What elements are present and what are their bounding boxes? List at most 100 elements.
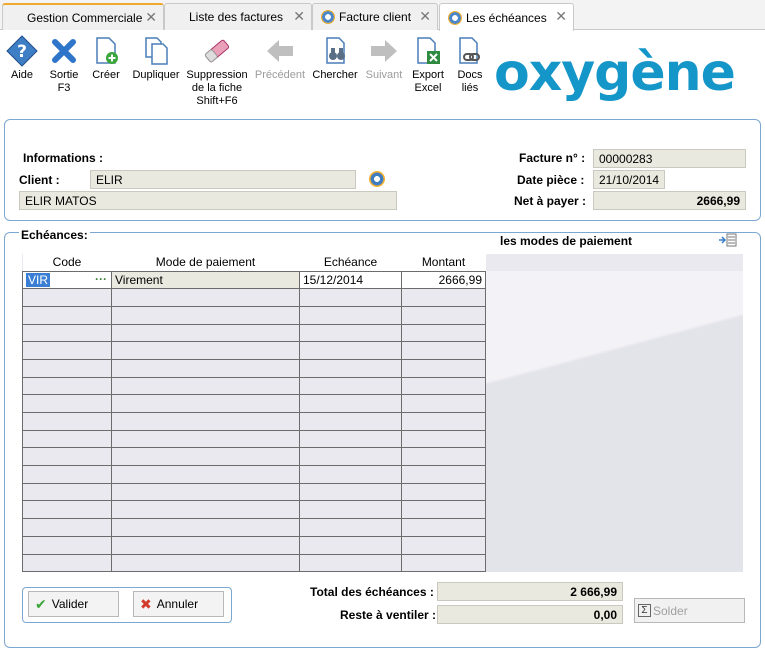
empty-cell[interactable]: [111, 359, 300, 378]
empty-cell[interactable]: [299, 500, 402, 520]
column-header-mode[interactable]: Mode de paiement: [111, 254, 300, 272]
empty-cell[interactable]: [22, 359, 112, 378]
montant-cell[interactable]: 2666,99: [401, 271, 486, 290]
empty-cell[interactable]: [111, 536, 300, 555]
empty-cell[interactable]: [111, 412, 300, 431]
sortie-button[interactable]: Sortie F3: [46, 35, 82, 95]
empty-cell[interactable]: [22, 306, 112, 325]
empty-cell[interactable]: [299, 447, 402, 467]
empty-cell[interactable]: [401, 430, 486, 449]
code-cell[interactable]: VIR ···: [22, 271, 112, 290]
empty-cell[interactable]: [401, 394, 486, 413]
tab-facture-client[interactable]: Facture client ✕: [312, 3, 438, 30]
table-row[interactable]: [22, 536, 486, 555]
empty-cell[interactable]: [401, 341, 486, 360]
empty-cell[interactable]: [111, 377, 300, 396]
empty-cell[interactable]: [299, 430, 402, 449]
empty-cell[interactable]: [299, 324, 402, 343]
empty-cell[interactable]: [111, 483, 300, 502]
empty-cell[interactable]: [111, 554, 300, 573]
empty-cell[interactable]: [401, 554, 486, 573]
empty-cell[interactable]: [22, 447, 112, 467]
empty-cell[interactable]: [22, 518, 112, 537]
docs-lies-button[interactable]: Docs liés: [452, 35, 488, 95]
empty-cell[interactable]: [22, 377, 112, 396]
empty-cell[interactable]: [22, 324, 112, 343]
ellipsis-icon[interactable]: ···: [95, 272, 107, 286]
empty-cell[interactable]: [111, 430, 300, 449]
empty-cell[interactable]: [299, 554, 402, 573]
empty-cell[interactable]: [401, 447, 486, 467]
suppression-button[interactable]: Suppression de la fiche Shift+F6: [186, 35, 248, 108]
empty-cell[interactable]: [401, 306, 486, 325]
empty-cell[interactable]: [111, 288, 300, 307]
empty-cell[interactable]: [22, 288, 112, 307]
empty-cell[interactable]: [22, 430, 112, 449]
date-field[interactable]: 21/10/2014: [593, 170, 665, 189]
empty-cell[interactable]: [299, 288, 402, 307]
empty-cell[interactable]: [22, 341, 112, 360]
client-search-icon[interactable]: [369, 171, 385, 187]
empty-cell[interactable]: [111, 518, 300, 537]
precedent-button[interactable]: Précédent: [254, 35, 306, 82]
column-header-montant[interactable]: Montant: [401, 254, 486, 272]
empty-cell[interactable]: [299, 377, 402, 396]
tab-les-echeances[interactable]: Les échéances ✕: [439, 3, 574, 31]
empty-cell[interactable]: [299, 465, 402, 484]
chercher-button[interactable]: Chercher: [312, 35, 358, 82]
empty-cell[interactable]: [299, 536, 402, 555]
suivant-button[interactable]: Suivant: [362, 35, 406, 82]
table-row[interactable]: [22, 518, 486, 537]
empty-cell[interactable]: [401, 359, 486, 378]
table-row[interactable]: [22, 359, 486, 378]
mode-cell[interactable]: Virement: [111, 271, 300, 290]
tab-liste-factures[interactable]: Liste des factures ✕: [164, 3, 312, 30]
client-name-field[interactable]: ELIR MATOS: [19, 191, 397, 210]
client-code-field[interactable]: ELIR: [90, 170, 356, 189]
empty-cell[interactable]: [22, 500, 112, 520]
empty-cell[interactable]: [299, 359, 402, 378]
close-icon[interactable]: ✕: [555, 9, 567, 25]
empty-cell[interactable]: [299, 518, 402, 537]
empty-cell[interactable]: [111, 341, 300, 360]
table-row[interactable]: [22, 465, 486, 484]
empty-cell[interactable]: [401, 500, 486, 520]
empty-cell[interactable]: [299, 412, 402, 431]
table-row[interactable]: [22, 306, 486, 325]
empty-cell[interactable]: [111, 306, 300, 325]
valider-button[interactable]: ✔ Valider: [28, 591, 119, 617]
empty-cell[interactable]: [401, 518, 486, 537]
table-row[interactable]: [22, 288, 486, 307]
echeance-cell[interactable]: 15/12/2014: [299, 271, 402, 290]
table-row[interactable]: [22, 430, 486, 449]
empty-cell[interactable]: [111, 465, 300, 484]
empty-cell[interactable]: [22, 412, 112, 431]
empty-cell[interactable]: [401, 483, 486, 502]
empty-cell[interactable]: [22, 536, 112, 555]
empty-cell[interactable]: [111, 447, 300, 467]
empty-cell[interactable]: [401, 536, 486, 555]
empty-cell[interactable]: [111, 324, 300, 343]
table-row[interactable]: [22, 554, 486, 573]
empty-cell[interactable]: [111, 394, 300, 413]
export-excel-button[interactable]: Export Excel: [410, 35, 446, 95]
close-icon[interactable]: ✕: [293, 9, 305, 25]
table-row[interactable]: [22, 447, 486, 467]
dupliquer-button[interactable]: Dupliquer: [130, 35, 182, 82]
empty-cell[interactable]: [22, 394, 112, 413]
empty-cell[interactable]: [22, 554, 112, 573]
empty-cell[interactable]: [401, 324, 486, 343]
empty-cell[interactable]: [22, 465, 112, 484]
aide-button[interactable]: ? Aide: [4, 35, 40, 82]
empty-cell[interactable]: [401, 377, 486, 396]
list-options-icon[interactable]: [718, 233, 738, 247]
annuler-button[interactable]: ✖ Annuler: [133, 591, 224, 617]
close-icon[interactable]: ✕: [419, 9, 431, 25]
table-row[interactable]: [22, 377, 486, 396]
column-header-echeance[interactable]: Echéance: [299, 254, 402, 272]
code-value[interactable]: VIR: [26, 272, 51, 287]
empty-cell[interactable]: [299, 394, 402, 413]
empty-cell[interactable]: [111, 500, 300, 520]
empty-cell[interactable]: [299, 483, 402, 502]
column-header-code[interactable]: Code: [22, 254, 112, 272]
